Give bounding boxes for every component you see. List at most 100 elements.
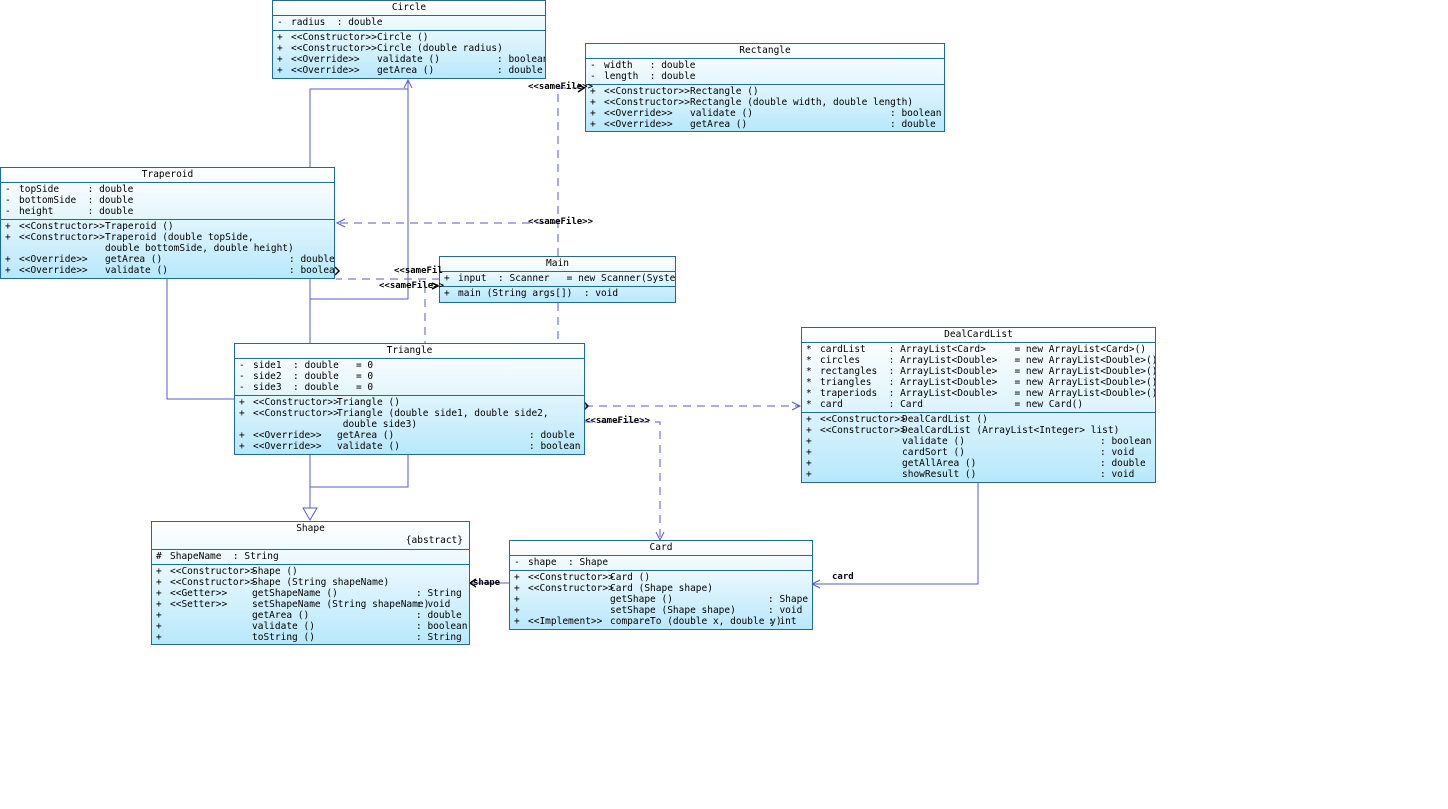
attribute-row: * cardList : ArrayList<Card> = new ArrayL… [806,344,1155,355]
operation-signature: getArea () [377,65,435,76]
operation-signature: getArea () [690,119,748,130]
stereotype: <<Constructor>> [528,572,614,583]
methods: + <<Constructor>> Shape () + <<Constructor>>… [152,565,469,644]
class-name: Traperoid [1,168,334,183]
return-type: : boolean [529,441,581,452]
triangle-right-line [310,454,409,488]
stereotype: <<Override>> [253,430,322,441]
fields: + input : Scanner = new Scanner(System.in… [440,272,675,287]
fields: - topSide : double - bottomSide : double - he… [1,183,334,220]
operation-signature: double bottomSide, double height) [105,243,294,254]
methods: + main (String args[]) : void [440,287,675,301]
attribute-text: length : double [604,71,696,82]
return-type: : void [1100,447,1135,458]
visibility: + [806,425,812,436]
operation-row: + getArea (): double [156,610,469,621]
attribute-text: side2 : double = 0 [253,371,374,382]
traperoid-shape-generalization [309,88,408,168]
operation-signature: cardSort () [902,447,965,458]
attribute-row: - side2 : double = 0 [239,371,584,382]
operation-row: + main (String args[]) : void [444,288,675,299]
visibility: + [514,616,520,627]
class-title: Shape [296,523,325,534]
operation-signature: Card (Shape shape) [610,583,713,594]
attribute-row: - length : double [590,71,944,82]
samefile-label-triangle: <<sameFile>> [585,416,651,426]
attribute-row: * rectangles : ArrayList<Double> = new Ar… [806,366,1155,377]
return-type: : double [890,119,936,130]
class-circle[interactable]: Circle - radius : double + <<Constructor>>… [272,0,546,79]
attribute-text: width : double [604,60,696,71]
visibility: - [239,360,245,371]
methods: + <<Constructor>> DealCardList () + <<Constr… [802,413,1155,482]
class-dealcardlist[interactable]: DealCardList * cardList : ArrayList<Card>… [801,327,1156,483]
visibility: + [806,447,812,458]
operation-row: + <<Override>> validate (): boolean [239,441,584,452]
return-type: : int [768,616,797,627]
operation-row: + <<Override>> getArea (): double [5,254,334,265]
visibility: + [239,430,245,441]
fields: # ShapeName : String [152,550,469,565]
operation-row: + <<Constructor>> Triangle () [239,397,584,408]
operation-signature: validate () [105,265,168,276]
return-type: : Shape [768,594,809,605]
fields: * cardList : ArrayList<Card> = new ArrayL… [802,343,1155,413]
attribute-text: bottomSide : double [19,195,134,206]
class-main[interactable]: Main + input : Scanner = new Scanner(Syst… [439,256,676,303]
visibility: + [806,414,812,425]
attribute-text: shape : Shape [528,557,609,568]
class-traperoid[interactable]: Traperoid - topSide : double - bottomSide :… [0,167,335,279]
attribute-text: cardList : ArrayList<Card> = new ArrayLi… [820,344,1147,355]
visibility: - [590,71,596,82]
class-shape[interactable]: Shape {abstract} # ShapeName : String + <<… [151,521,470,645]
return-type: : String [416,632,462,643]
attribute-text: radius : double [291,17,383,28]
stereotype: <<Override>> [291,54,360,65]
operation-row: double bottomSide, double height) [5,243,334,254]
operation-row: + <<Override>> validate (): boolean [5,265,334,276]
attribute-row: - side3 : double = 0 [239,382,584,393]
visibility: + [277,43,283,54]
stereotype: <<Constructor>> [19,221,105,232]
visibility: + [514,583,520,594]
operation-row: + <<Override>> getArea (): double [590,119,944,130]
operation-signature: getShapeName () [252,588,338,599]
operation-row: + getAllArea (): double [806,458,1155,469]
operation-row: + <<Constructor>> Circle () [277,32,545,43]
operation-signature: DealCardList (ArrayList<Integer> list) [902,425,1120,436]
class-rectangle[interactable]: Rectangle - width : double - length : doubl… [585,43,945,132]
operation-signature: getShape () [610,594,673,605]
visibility: + [806,458,812,469]
stereotype: <<Constructor>> [820,414,906,425]
stereotype: <<Constructor>> [820,425,906,436]
class-triangle[interactable]: Triangle - side1 : double = 0- side2 : dou… [234,343,585,455]
operation-row: + getShape (): Shape [514,594,812,605]
class-name: Main [440,257,675,272]
return-type: : boolean [497,54,546,65]
methods: + <<Constructor>> Traperoid () + <<Construct… [1,220,334,278]
fields: - width : double - length : double [586,59,944,85]
stereotype: <<Override>> [604,108,673,119]
visibility: + [156,632,162,643]
operation-signature: Circle () [377,32,429,43]
operation-signature: double side3) [337,419,418,430]
operation-row: + <<Constructor>> Shape (String shapeName) [156,577,469,588]
methods: + <<Constructor>> Card () + <<Constructor>> C… [510,571,812,629]
operation-signature: setShape (Shape shape) [610,605,736,616]
stereotype: <<Getter>> [170,588,228,599]
methods: + <<Constructor>> Triangle () + <<Constructo… [235,396,584,454]
visibility: + [156,588,162,599]
card-association-label: card [832,572,854,582]
visibility: + [5,265,11,276]
return-type: : void [768,605,803,616]
traperoid-right-arrowhead [334,266,341,276]
visibility: - [239,371,245,382]
attribute-row: * triangles : ArrayList<Double> = new Arr… [806,377,1155,388]
visibility: + [806,469,812,480]
class-card[interactable]: Card - shape : Shape + <<Constructor>> Card… [509,540,813,630]
visibility: + [514,572,520,583]
attribute-row: - topSide : double [5,184,334,195]
operation-signature: Traperoid () [105,221,174,232]
visibility: + [277,65,283,76]
stereotype: <<Override>> [253,441,322,452]
